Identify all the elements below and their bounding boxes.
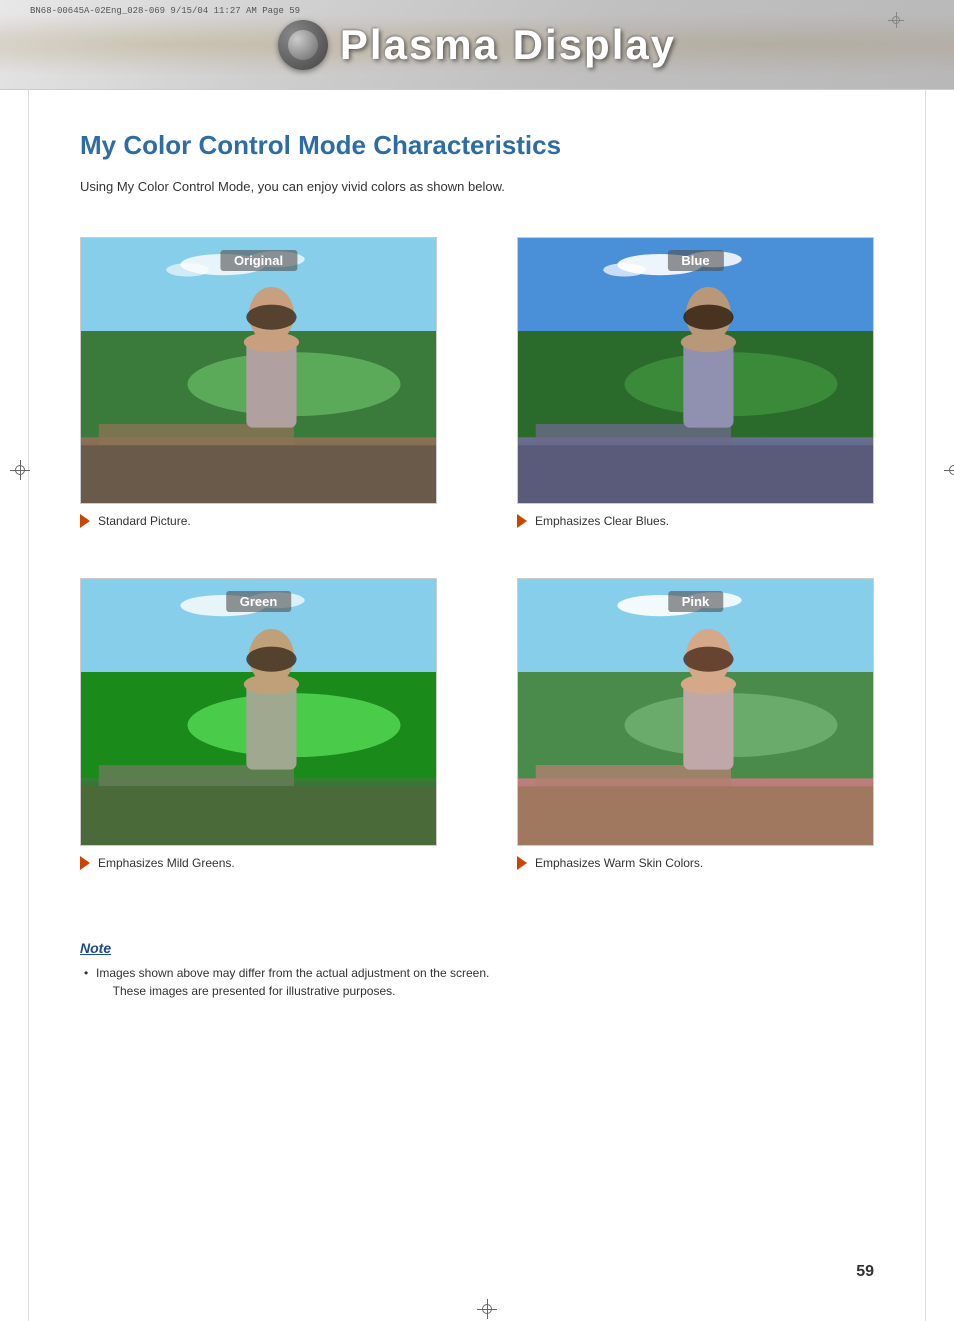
note-section: Note Images shown above may differ from …	[80, 930, 874, 1000]
header-banner: BN68-00645A-02Eng_028-069 9/15/04 11:27 …	[0, 0, 954, 90]
caption-text-pink: Emphasizes Warm Skin Colors.	[535, 856, 703, 870]
caption-green: Emphasizes Mild Greens.	[80, 856, 437, 870]
arrow-icon-pink	[517, 856, 527, 870]
plasma-logo-icon	[278, 20, 328, 70]
caption-pink: Emphasizes Warm Skin Colors.	[517, 856, 874, 870]
header-meta: BN68-00645A-02Eng_028-069 9/15/04 11:27 …	[30, 6, 300, 16]
image-cell-green: Green Emphasizes Mild Greens.	[80, 578, 437, 870]
image-cell-original: Original Standard Picture.	[80, 237, 437, 529]
arrow-icon-blue	[517, 514, 527, 528]
person-pink	[646, 619, 770, 845]
arrow-icon-original	[80, 514, 90, 528]
header-title: Plasma Display	[340, 21, 676, 69]
image-cell-blue: Blue Emphasizes Clear Blues.	[517, 237, 874, 529]
image-frame-pink: Pink	[517, 578, 874, 846]
image-grid: Original Standard Picture.	[80, 237, 874, 871]
main-content: My Color Control Mode Characteristics Us…	[0, 90, 954, 1060]
arrow-icon-green	[80, 856, 90, 870]
image-label-green: Green	[226, 591, 292, 612]
caption-blue: Emphasizes Clear Blues.	[517, 514, 874, 528]
image-frame-original: Original	[80, 237, 437, 505]
image-label-original: Original	[220, 250, 297, 271]
caption-text-green: Emphasizes Mild Greens.	[98, 856, 235, 870]
person-green	[209, 619, 333, 845]
person-blue	[646, 277, 770, 503]
caption-text-original: Standard Picture.	[98, 514, 191, 528]
note-item-1: Images shown above may differ from the a…	[80, 964, 874, 1000]
image-frame-green: Green	[80, 578, 437, 846]
page-heading: My Color Control Mode Characteristics	[80, 130, 874, 161]
image-label-pink: Pink	[668, 591, 723, 612]
reg-mark-top	[888, 12, 904, 28]
header-title-area: Plasma Display	[278, 20, 676, 70]
image-cell-pink: Pink Emphasizes Warm Skin Colors.	[517, 578, 874, 870]
person-original	[209, 277, 333, 503]
page-number: 59	[856, 1263, 874, 1281]
note-title: Note	[80, 940, 874, 956]
image-label-blue: Blue	[667, 250, 723, 271]
caption-text-blue: Emphasizes Clear Blues.	[535, 514, 669, 528]
image-frame-blue: Blue	[517, 237, 874, 505]
intro-text: Using My Color Control Mode, you can enj…	[80, 177, 874, 197]
note-list: Images shown above may differ from the a…	[80, 964, 874, 1000]
caption-original: Standard Picture.	[80, 514, 437, 528]
